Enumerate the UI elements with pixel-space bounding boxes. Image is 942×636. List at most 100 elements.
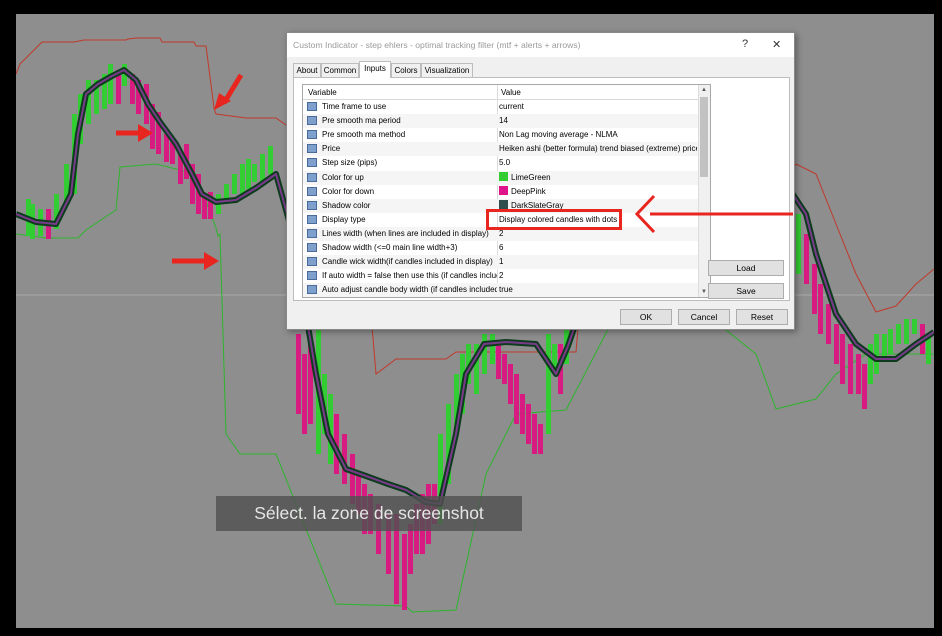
- indicator-settings-dialog: Custom Indicator - step ehlers - optimal…: [286, 32, 795, 330]
- candle: [108, 64, 113, 104]
- grid-row[interactable]: Candle wick width(if candles included in…: [303, 255, 698, 270]
- variable-value-text: 6: [499, 243, 504, 252]
- variable-value[interactable]: Heiken ashi (better formula) trend biase…: [499, 142, 697, 156]
- variable-name: Candle wick width(if candles included in…: [322, 257, 493, 267]
- candle: [482, 334, 487, 374]
- candle: [246, 159, 251, 189]
- candle: [526, 404, 531, 444]
- variable-value-text: Non Lag moving average - NLMA: [499, 130, 618, 140]
- tab-about[interactable]: About: [293, 63, 321, 77]
- tab-colors[interactable]: Colors: [391, 63, 421, 77]
- reset-button[interactable]: Reset: [736, 309, 788, 325]
- variable-type-icon: [307, 271, 317, 281]
- candle: [896, 324, 901, 344]
- candle: [826, 304, 831, 344]
- variable-type-icon: [307, 116, 317, 126]
- candle: [520, 394, 525, 434]
- candle: [912, 319, 917, 334]
- variable-name: Lines width (when lines are included in …: [322, 228, 489, 238]
- scroll-up-icon[interactable]: ▲: [701, 87, 707, 93]
- grid-row[interactable]: Shadow width (<=0 main line width+3) 6: [303, 241, 698, 255]
- candle: [888, 329, 893, 354]
- tab-visualization[interactable]: Visualization: [421, 63, 473, 77]
- grid-row[interactable]: Pre smooth ma method Non Lag moving avera…: [303, 128, 698, 142]
- variable-value-text: 5.0: [499, 158, 511, 168]
- variable-value[interactable]: 5.0: [499, 156, 697, 170]
- variable-value[interactable]: Non Lag moving average - NLMA: [499, 128, 697, 142]
- variable-name: Pre smooth ma period: [322, 116, 401, 126]
- candle: [302, 354, 307, 434]
- variable-value-text: 2: [499, 228, 504, 238]
- variable-value[interactable]: DeepPink: [499, 185, 697, 199]
- grid-row[interactable]: Auto adjust candle body width (if candle…: [303, 283, 698, 297]
- variable-value[interactable]: 2: [499, 269, 697, 283]
- close-icon[interactable]: ✕: [772, 38, 781, 51]
- variable-name: Pre smooth ma method: [322, 130, 406, 140]
- variable-type-icon: [307, 243, 317, 252]
- variable-value-text: 1: [499, 257, 504, 267]
- column-value[interactable]: Value: [501, 88, 521, 97]
- candle: [508, 364, 513, 404]
- candle: [232, 174, 237, 194]
- color-swatch: [499, 171, 508, 181]
- candle: [268, 146, 273, 174]
- variable-name: Price: [322, 144, 341, 154]
- variable-value[interactable]: LimeGreen: [499, 171, 697, 185]
- ok-button[interactable]: OK: [620, 309, 672, 325]
- candle: [796, 214, 801, 274]
- grid-row[interactable]: Time frame to use current: [303, 100, 698, 114]
- scroll-down-icon[interactable]: ▼: [701, 289, 707, 295]
- grid-row[interactable]: If auto width = false then use this (if …: [303, 269, 698, 283]
- candle: [862, 364, 867, 409]
- variable-value[interactable]: true: [499, 283, 697, 297]
- variable-value[interactable]: 6: [499, 241, 697, 255]
- variable-name: Shadow color: [322, 200, 371, 210]
- scroll-thumb[interactable]: [700, 97, 708, 177]
- candle: [538, 424, 543, 454]
- variable-value[interactable]: current: [499, 100, 697, 114]
- grid-row[interactable]: Step size (pips) 5.0: [303, 156, 698, 170]
- candle: [874, 334, 879, 374]
- variable-type-icon: [307, 285, 317, 295]
- candle: [882, 334, 887, 359]
- candle: [496, 344, 501, 379]
- variable-value[interactable]: 1: [499, 255, 697, 269]
- candle: [840, 334, 845, 384]
- variable-value-text: current: [499, 102, 524, 111]
- variable-type-icon: [307, 200, 317, 210]
- candle: [834, 324, 839, 364]
- variable-type-icon: [307, 144, 317, 154]
- variable-type-icon: [307, 186, 317, 196]
- color-swatch: [499, 185, 508, 195]
- cancel-button[interactable]: Cancel: [678, 309, 730, 325]
- candle: [532, 414, 537, 454]
- variable-type-icon: [307, 130, 317, 140]
- grid-header: Variable Value: [303, 85, 698, 100]
- variable-name: Shadow width (<=0 main line width+3): [322, 243, 458, 252]
- dialog-titlebar: Custom Indicator - step ehlers - optimal…: [287, 33, 794, 57]
- variable-value[interactable]: 14: [499, 114, 697, 128]
- column-variable[interactable]: Variable: [308, 88, 337, 97]
- tab-common[interactable]: Common: [321, 63, 359, 77]
- variable-type-icon: [307, 102, 317, 111]
- candle: [240, 164, 245, 194]
- dialog-title: Custom Indicator - step ehlers - optimal…: [293, 40, 581, 50]
- variable-value-text: Heiken ashi (better formula) trend biase…: [499, 144, 697, 154]
- grid-row[interactable]: Color for up LimeGreen: [303, 170, 698, 185]
- grid-row[interactable]: Color for down DeepPink: [303, 185, 698, 199]
- load-button[interactable]: Load: [708, 260, 784, 276]
- screenshot-tooltip: Sélect. la zone de screenshot: [216, 496, 522, 531]
- grid-row[interactable]: Price Heiken ashi (better formula) trend …: [303, 142, 698, 157]
- candle: [490, 334, 495, 364]
- candle: [818, 284, 823, 334]
- candle: [804, 234, 809, 284]
- help-button[interactable]: ?: [742, 38, 748, 50]
- variable-name: Color for up: [322, 172, 364, 182]
- variable-value-text: 14: [499, 116, 508, 126]
- grid-row[interactable]: Pre smooth ma period 14: [303, 114, 698, 129]
- candle: [856, 354, 861, 394]
- variable-name: Auto adjust candle body width (if candle…: [322, 285, 497, 295]
- save-button[interactable]: Save: [708, 283, 784, 299]
- tab-inputs[interactable]: Inputs: [359, 61, 391, 78]
- color-swatch: [499, 199, 508, 209]
